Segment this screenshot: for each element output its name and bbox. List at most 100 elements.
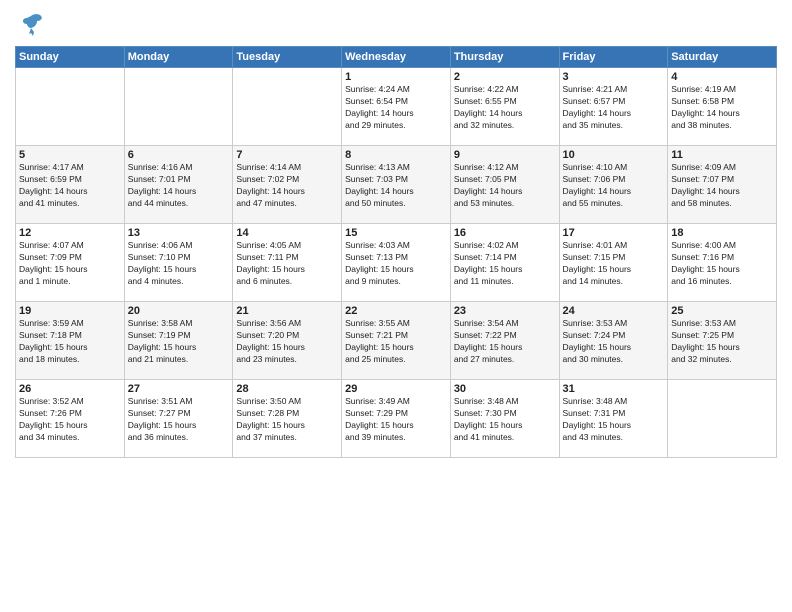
- calendar-week-row: 1Sunrise: 4:24 AMSunset: 6:54 PMDaylight…: [16, 68, 777, 146]
- calendar-cell: 1Sunrise: 4:24 AMSunset: 6:54 PMDaylight…: [342, 68, 451, 146]
- calendar-cell: 30Sunrise: 3:48 AMSunset: 7:30 PMDayligh…: [450, 380, 559, 458]
- day-of-week-header: Sunday: [16, 47, 125, 68]
- cell-info: Sunrise: 4:00 AMSunset: 7:16 PMDaylight:…: [671, 240, 773, 288]
- cell-info: Sunrise: 4:01 AMSunset: 7:15 PMDaylight:…: [563, 240, 665, 288]
- cell-info: Sunrise: 3:58 AMSunset: 7:19 PMDaylight:…: [128, 318, 230, 366]
- day-of-week-header: Tuesday: [233, 47, 342, 68]
- day-number: 30: [454, 383, 556, 395]
- day-number: 21: [236, 305, 338, 317]
- cell-info: Sunrise: 4:07 AMSunset: 7:09 PMDaylight:…: [19, 240, 121, 288]
- calendar-cell: 21Sunrise: 3:56 AMSunset: 7:20 PMDayligh…: [233, 302, 342, 380]
- cell-info: Sunrise: 4:17 AMSunset: 6:59 PMDaylight:…: [19, 162, 121, 210]
- calendar-cell: 20Sunrise: 3:58 AMSunset: 7:19 PMDayligh…: [124, 302, 233, 380]
- cell-info: Sunrise: 4:14 AMSunset: 7:02 PMDaylight:…: [236, 162, 338, 210]
- day-number: 26: [19, 383, 121, 395]
- calendar-cell: 22Sunrise: 3:55 AMSunset: 7:21 PMDayligh…: [342, 302, 451, 380]
- cell-info: Sunrise: 4:06 AMSunset: 7:10 PMDaylight:…: [128, 240, 230, 288]
- day-number: 5: [19, 149, 121, 161]
- day-number: 20: [128, 305, 230, 317]
- day-number: 31: [563, 383, 665, 395]
- day-number: 6: [128, 149, 230, 161]
- calendar-table: SundayMondayTuesdayWednesdayThursdayFrid…: [15, 46, 777, 458]
- calendar-body: 1Sunrise: 4:24 AMSunset: 6:54 PMDaylight…: [16, 68, 777, 458]
- calendar-cell: 11Sunrise: 4:09 AMSunset: 7:07 PMDayligh…: [668, 146, 777, 224]
- day-number: 15: [345, 227, 447, 239]
- cell-info: Sunrise: 4:13 AMSunset: 7:03 PMDaylight:…: [345, 162, 447, 210]
- cell-info: Sunrise: 4:24 AMSunset: 6:54 PMDaylight:…: [345, 84, 447, 132]
- day-number: 14: [236, 227, 338, 239]
- cell-info: Sunrise: 3:54 AMSunset: 7:22 PMDaylight:…: [454, 318, 556, 366]
- day-number: 19: [19, 305, 121, 317]
- calendar-cell: 28Sunrise: 3:50 AMSunset: 7:28 PMDayligh…: [233, 380, 342, 458]
- day-of-week-header: Wednesday: [342, 47, 451, 68]
- cell-info: Sunrise: 3:56 AMSunset: 7:20 PMDaylight:…: [236, 318, 338, 366]
- day-number: 10: [563, 149, 665, 161]
- cell-info: Sunrise: 4:21 AMSunset: 6:57 PMDaylight:…: [563, 84, 665, 132]
- calendar-cell: 2Sunrise: 4:22 AMSunset: 6:55 PMDaylight…: [450, 68, 559, 146]
- day-number: 27: [128, 383, 230, 395]
- day-number: 1: [345, 71, 447, 83]
- calendar-cell: 16Sunrise: 4:02 AMSunset: 7:14 PMDayligh…: [450, 224, 559, 302]
- cell-info: Sunrise: 3:48 AMSunset: 7:31 PMDaylight:…: [563, 396, 665, 444]
- calendar-cell: 13Sunrise: 4:06 AMSunset: 7:10 PMDayligh…: [124, 224, 233, 302]
- cell-info: Sunrise: 4:19 AMSunset: 6:58 PMDaylight:…: [671, 84, 773, 132]
- calendar-cell: 24Sunrise: 3:53 AMSunset: 7:24 PMDayligh…: [559, 302, 668, 380]
- calendar-cell: [233, 68, 342, 146]
- calendar-week-row: 12Sunrise: 4:07 AMSunset: 7:09 PMDayligh…: [16, 224, 777, 302]
- calendar-cell: 8Sunrise: 4:13 AMSunset: 7:03 PMDaylight…: [342, 146, 451, 224]
- cell-info: Sunrise: 3:55 AMSunset: 7:21 PMDaylight:…: [345, 318, 447, 366]
- cell-info: Sunrise: 3:51 AMSunset: 7:27 PMDaylight:…: [128, 396, 230, 444]
- calendar-cell: 14Sunrise: 4:05 AMSunset: 7:11 PMDayligh…: [233, 224, 342, 302]
- calendar-cell: 17Sunrise: 4:01 AMSunset: 7:15 PMDayligh…: [559, 224, 668, 302]
- day-number: 3: [563, 71, 665, 83]
- calendar-cell: 27Sunrise: 3:51 AMSunset: 7:27 PMDayligh…: [124, 380, 233, 458]
- cell-info: Sunrise: 4:22 AMSunset: 6:55 PMDaylight:…: [454, 84, 556, 132]
- cell-info: Sunrise: 3:48 AMSunset: 7:30 PMDaylight:…: [454, 396, 556, 444]
- cell-info: Sunrise: 4:09 AMSunset: 7:07 PMDaylight:…: [671, 162, 773, 210]
- calendar-cell: [124, 68, 233, 146]
- calendar-week-row: 26Sunrise: 3:52 AMSunset: 7:26 PMDayligh…: [16, 380, 777, 458]
- day-of-week-header: Saturday: [668, 47, 777, 68]
- calendar-cell: 18Sunrise: 4:00 AMSunset: 7:16 PMDayligh…: [668, 224, 777, 302]
- day-number: 4: [671, 71, 773, 83]
- header: [15, 10, 777, 38]
- day-number: 17: [563, 227, 665, 239]
- calendar-week-row: 19Sunrise: 3:59 AMSunset: 7:18 PMDayligh…: [16, 302, 777, 380]
- day-number: 23: [454, 305, 556, 317]
- cell-info: Sunrise: 3:50 AMSunset: 7:28 PMDaylight:…: [236, 396, 338, 444]
- day-number: 8: [345, 149, 447, 161]
- calendar-cell: [16, 68, 125, 146]
- calendar-cell: 4Sunrise: 4:19 AMSunset: 6:58 PMDaylight…: [668, 68, 777, 146]
- cell-info: Sunrise: 4:16 AMSunset: 7:01 PMDaylight:…: [128, 162, 230, 210]
- calendar-cell: 29Sunrise: 3:49 AMSunset: 7:29 PMDayligh…: [342, 380, 451, 458]
- cell-info: Sunrise: 4:12 AMSunset: 7:05 PMDaylight:…: [454, 162, 556, 210]
- day-number: 7: [236, 149, 338, 161]
- day-number: 29: [345, 383, 447, 395]
- day-number: 28: [236, 383, 338, 395]
- calendar-cell: 5Sunrise: 4:17 AMSunset: 6:59 PMDaylight…: [16, 146, 125, 224]
- day-number: 2: [454, 71, 556, 83]
- calendar-cell: 19Sunrise: 3:59 AMSunset: 7:18 PMDayligh…: [16, 302, 125, 380]
- calendar-cell: 9Sunrise: 4:12 AMSunset: 7:05 PMDaylight…: [450, 146, 559, 224]
- day-number: 24: [563, 305, 665, 317]
- calendar-cell: [668, 380, 777, 458]
- cell-info: Sunrise: 4:03 AMSunset: 7:13 PMDaylight:…: [345, 240, 447, 288]
- day-of-week-header: Friday: [559, 47, 668, 68]
- calendar-cell: 7Sunrise: 4:14 AMSunset: 7:02 PMDaylight…: [233, 146, 342, 224]
- calendar-cell: 15Sunrise: 4:03 AMSunset: 7:13 PMDayligh…: [342, 224, 451, 302]
- day-number: 13: [128, 227, 230, 239]
- cell-info: Sunrise: 4:02 AMSunset: 7:14 PMDaylight:…: [454, 240, 556, 288]
- logo: [15, 10, 45, 38]
- day-number: 11: [671, 149, 773, 161]
- cell-info: Sunrise: 3:52 AMSunset: 7:26 PMDaylight:…: [19, 396, 121, 444]
- cell-info: Sunrise: 3:59 AMSunset: 7:18 PMDaylight:…: [19, 318, 121, 366]
- calendar-cell: 31Sunrise: 3:48 AMSunset: 7:31 PMDayligh…: [559, 380, 668, 458]
- day-number: 12: [19, 227, 121, 239]
- cell-info: Sunrise: 4:05 AMSunset: 7:11 PMDaylight:…: [236, 240, 338, 288]
- calendar-week-row: 5Sunrise: 4:17 AMSunset: 6:59 PMDaylight…: [16, 146, 777, 224]
- day-number: 22: [345, 305, 447, 317]
- day-number: 18: [671, 227, 773, 239]
- calendar-cell: 23Sunrise: 3:54 AMSunset: 7:22 PMDayligh…: [450, 302, 559, 380]
- cell-info: Sunrise: 3:53 AMSunset: 7:24 PMDaylight:…: [563, 318, 665, 366]
- calendar-cell: 3Sunrise: 4:21 AMSunset: 6:57 PMDaylight…: [559, 68, 668, 146]
